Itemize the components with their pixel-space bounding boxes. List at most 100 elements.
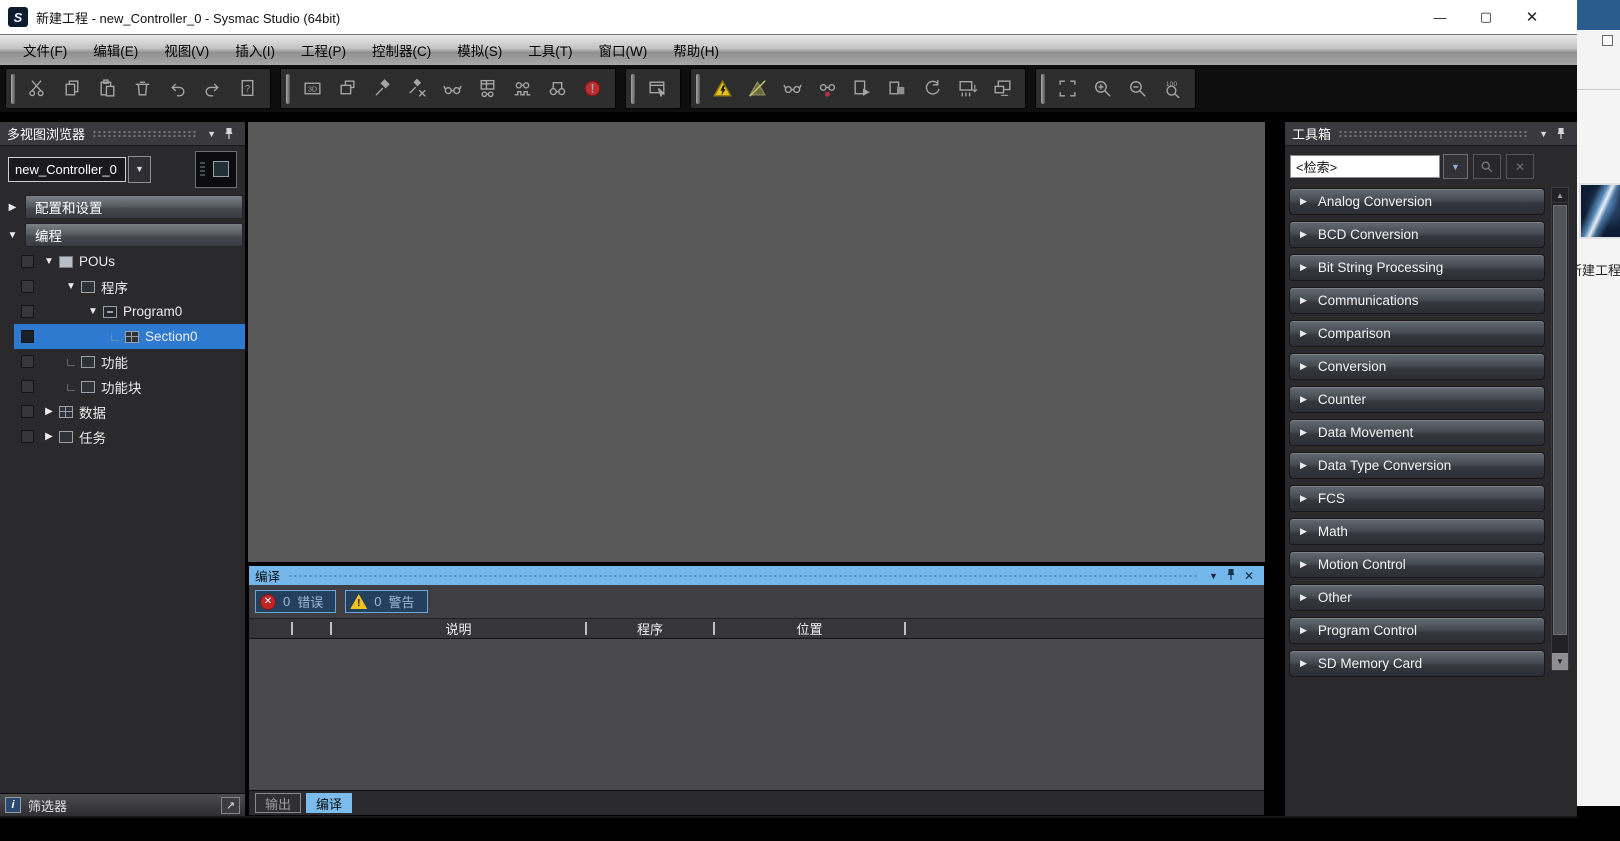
minimize-button[interactable]: — [1417,2,1463,32]
program-mode-icon[interactable] [880,71,915,106]
expander-icon[interactable]: ▼ [85,306,101,317]
window-layout-icon[interactable] [330,71,365,106]
build-panel-header[interactable]: 编译 ▼ ✕ [249,566,1264,585]
zoom-out-icon[interactable] [1120,71,1155,106]
zoom-100-icon[interactable]: 100 [1155,71,1190,106]
check-all-programs-icon[interactable] [470,71,505,106]
category-program-control[interactable]: ▶Program Control [1289,617,1545,644]
cut-icon[interactable] [20,71,55,106]
toolbox-scrollbar[interactable]: ▲ ▼ [1551,187,1569,671]
go-online-icon[interactable] [705,71,740,106]
category-data-movement[interactable]: ▶Data Movement [1289,419,1545,446]
transfer-to-controller-icon[interactable] [950,71,985,106]
category-analog-conversion[interactable]: ▶Analog Conversion [1289,188,1545,215]
transfer-from-controller-icon[interactable] [985,71,1020,106]
tree-checkbox[interactable] [21,330,34,343]
tree-checkbox[interactable] [21,355,34,368]
tree-item-data[interactable]: ▶ 数据 [0,399,245,424]
tree-checkbox[interactable] [21,255,34,268]
category-conversion[interactable]: ▶Conversion [1289,353,1545,380]
tree-item-function-blocks[interactable]: ∟ 功能块 [0,374,245,399]
run-mode-icon[interactable] [845,71,880,106]
expander-icon[interactable]: ▶ [41,406,57,417]
close-panel-icon[interactable]: ✕ [1240,569,1258,583]
category-sd-memory-card[interactable]: ▶SD Memory Card [1289,650,1545,677]
menu-controller[interactable]: 控制器(C) [359,35,444,65]
copy-icon[interactable] [55,71,90,106]
stop-monitor-icon[interactable] [810,71,845,106]
build-results-list[interactable] [249,639,1264,790]
expander-icon[interactable]: ▼ [41,256,57,267]
project-thumbnail-image[interactable] [1579,183,1620,239]
section-label[interactable]: 编程 [25,223,243,247]
paste-icon[interactable] [90,71,125,106]
toolbar-grip[interactable] [286,74,290,104]
abort-icon[interactable]: ! [575,71,610,106]
errors-toggle-button[interactable]: ✕ 0 错误 [255,590,336,613]
tree-checkbox[interactable] [21,380,34,393]
maximize-button[interactable]: ▢ [1463,2,1509,32]
section-configurations[interactable]: ▶ 配置和设置 [0,194,245,220]
category-fcs[interactable]: ▶FCS [1289,485,1545,512]
menu-edit[interactable]: 编辑(E) [80,35,151,65]
section-label[interactable]: 配置和设置 [25,195,243,219]
filter-popout-button[interactable]: ↗ [221,797,240,814]
pin-icon[interactable] [220,127,238,140]
delete-icon[interactable] [125,71,160,106]
expander-icon[interactable]: ▶ [41,431,57,442]
tree-item-functions[interactable]: ∟ 功能 [0,349,245,374]
redo-icon[interactable] [195,71,230,106]
menu-file[interactable]: 文件(F) [10,35,80,65]
pin-icon[interactable] [1552,127,1570,140]
panel-menu-dropdown[interactable]: ▼ [1535,129,1552,139]
menu-tools[interactable]: 工具(T) [515,35,585,65]
io-wave-monitor-icon[interactable] [505,71,540,106]
category-motion-control[interactable]: ▶Motion Control [1289,551,1545,578]
search-icon[interactable] [540,71,575,106]
tab-output[interactable]: 输出 [255,793,301,813]
watch-window-icon[interactable] [640,71,675,106]
pin-icon[interactable] [1222,568,1240,583]
expander-icon[interactable]: ▼ [0,230,25,241]
menu-simulation[interactable]: 模拟(S) [444,35,515,65]
3d-view-icon[interactable]: 3D [295,71,330,106]
panel-menu-dropdown[interactable]: ▼ [203,129,220,139]
toolbar-grip[interactable] [11,74,15,104]
category-bcd-conversion[interactable]: ▶BCD Conversion [1289,221,1545,248]
scrollbar-thumb[interactable] [1553,205,1567,635]
check-program-icon[interactable] [435,71,470,106]
panel-menu-dropdown[interactable]: ▼ [1205,571,1222,581]
scroll-up-icon[interactable]: ▲ [1552,188,1568,203]
undo-icon[interactable] [160,71,195,106]
column-separator[interactable] [904,622,906,635]
tree-item-pous[interactable]: ▼ POUs [0,249,245,274]
category-other[interactable]: ▶Other [1289,584,1545,611]
search-dropdown[interactable]: ▼ [1443,154,1468,179]
rebuild-icon[interactable] [400,71,435,106]
help-icon[interactable]: ? [230,71,265,106]
device-selector-dropdown[interactable]: ▼ [128,156,151,183]
menu-help[interactable]: 帮助(H) [660,35,732,65]
device-selector[interactable]: new_Controller_0 [8,157,126,182]
search-input[interactable] [1290,155,1440,178]
zoom-fit-icon[interactable] [1050,71,1085,106]
menu-project[interactable]: 工程(P) [288,35,359,65]
tree-checkbox[interactable] [21,280,34,293]
close-button[interactable]: ✕ [1509,2,1555,32]
category-counter[interactable]: ▶Counter [1289,386,1545,413]
menu-window[interactable]: 窗口(W) [586,35,661,65]
category-data-type-conversion[interactable]: ▶Data Type Conversion [1289,452,1545,479]
category-bit-string-processing[interactable]: ▶Bit String Processing [1289,254,1545,281]
tree-checkbox[interactable] [21,305,34,318]
tab-build[interactable]: 编译 [306,793,352,813]
warnings-toggle-button[interactable]: ! 0 警告 [345,590,427,613]
build-controller-icon[interactable] [365,71,400,106]
synchronize-icon[interactable] [915,71,950,106]
toolbar-grip[interactable] [631,74,635,104]
go-offline-icon[interactable] [740,71,775,106]
background-window[interactable]: 新建工程 [1577,0,1620,806]
expander-icon[interactable]: ▼ [63,281,79,292]
search-clear-button[interactable]: ✕ [1506,154,1534,179]
monitor-icon[interactable] [775,71,810,106]
category-comparison[interactable]: ▶Comparison [1289,320,1545,347]
